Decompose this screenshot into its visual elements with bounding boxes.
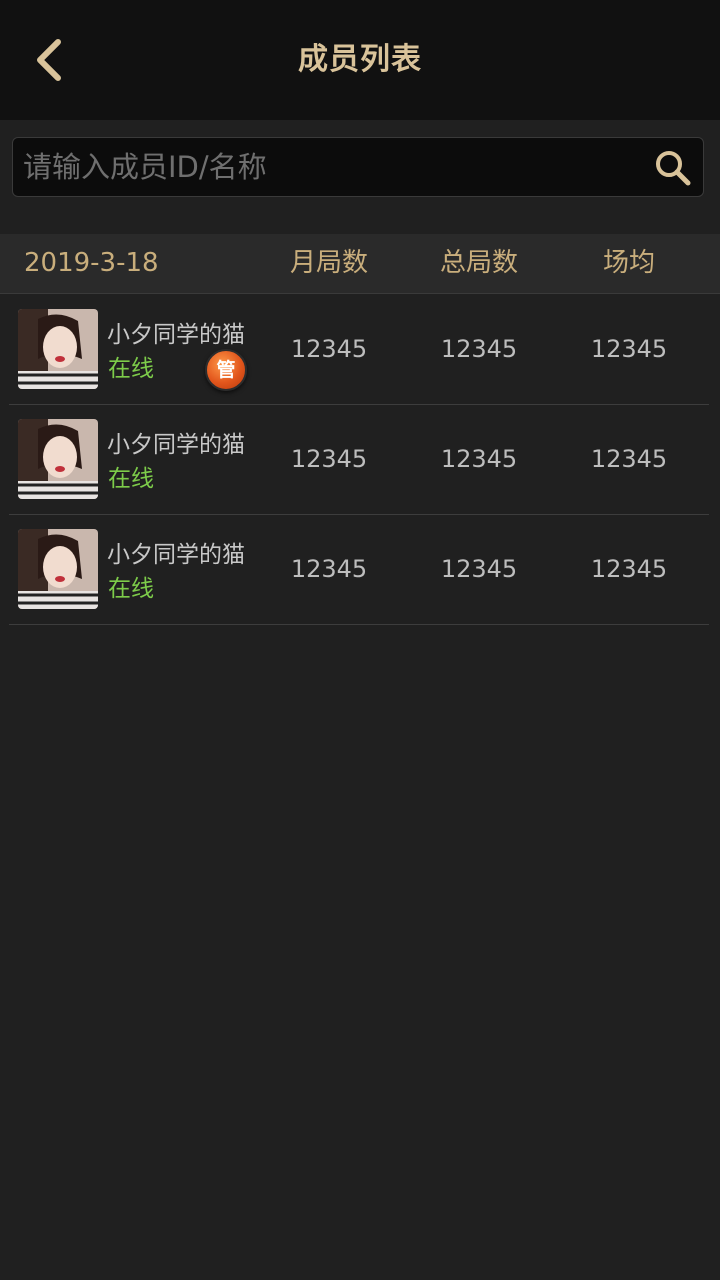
- top-bar: 成员列表: [0, 0, 720, 120]
- avatar: [18, 529, 98, 609]
- header-month-games[interactable]: 月局数: [255, 234, 403, 292]
- search-icon[interactable]: [653, 148, 693, 188]
- search-input[interactable]: [13, 138, 633, 196]
- member-name: 小夕同学的猫: [107, 542, 245, 568]
- table-header: 2019-3-18 18:07 月局数 总局数 场均: [0, 234, 720, 336]
- admin-badge: 管: [205, 349, 247, 391]
- search-bar: [12, 137, 704, 197]
- header-average[interactable]: 场均: [555, 234, 703, 292]
- month-games-value: 12345: [290, 555, 368, 583]
- table-row[interactable]: 小夕同学的猫 在线 管 12345 12345 12345: [9, 295, 709, 405]
- average-value: 12345: [590, 445, 668, 473]
- avatar: [18, 309, 98, 389]
- online-status: 在线: [108, 356, 154, 382]
- member-name: 小夕同学的猫: [107, 432, 245, 458]
- month-games-value: 12345: [290, 445, 368, 473]
- month-games-value: 12345: [290, 335, 368, 363]
- table-row[interactable]: 小夕同学的猫 在线 12345 12345 12345: [9, 405, 709, 515]
- avatar: [18, 419, 98, 499]
- header-total-games[interactable]: 总局数: [405, 234, 553, 292]
- member-list-page: 成员列表 2019-3-18 18:07 月局数 总局数 场均: [0, 0, 720, 1280]
- page-title: 成员列表: [298, 42, 422, 77]
- table-row[interactable]: 小夕同学的猫 在线 12345 12345 12345: [9, 515, 709, 625]
- member-name: 小夕同学的猫: [107, 322, 245, 348]
- online-status: 在线: [108, 576, 154, 602]
- total-games-value: 12345: [440, 335, 518, 363]
- total-games-value: 12345: [440, 555, 518, 583]
- average-value: 12345: [590, 555, 668, 583]
- average-value: 12345: [590, 335, 668, 363]
- total-games-value: 12345: [440, 445, 518, 473]
- online-status: 在线: [108, 466, 154, 492]
